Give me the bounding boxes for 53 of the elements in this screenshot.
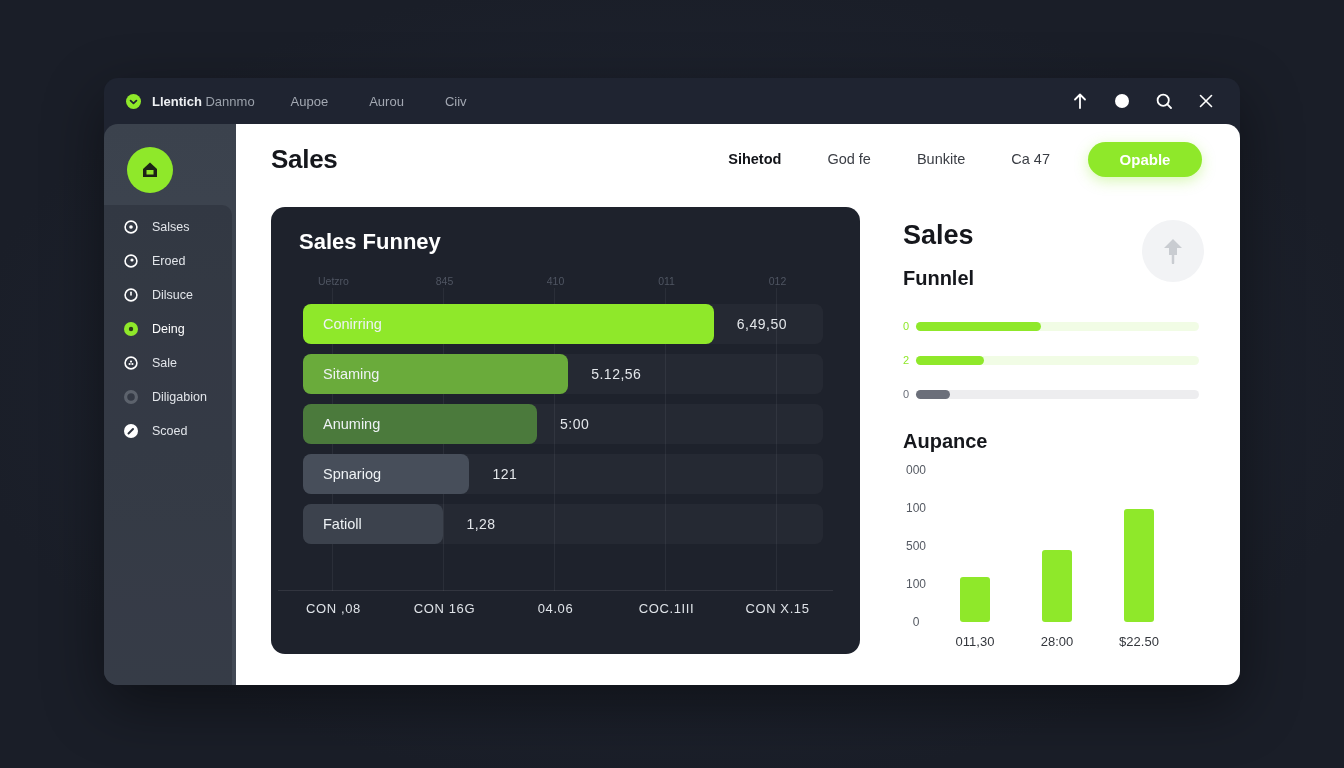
up-arrow-icon <box>1163 238 1183 264</box>
app-title: Llentich Dannmo <box>152 93 255 109</box>
funnel-value: 1,28 <box>466 516 496 532</box>
funnel-bar: Fatioll <box>303 504 444 544</box>
chevron-icon <box>126 93 141 109</box>
axis-label: CON ,08 <box>306 601 361 617</box>
progress-label: 2 <box>903 353 911 367</box>
sidebar-item[interactable]: Dilsuce <box>124 278 232 312</box>
funnel-bar: Spnariog <box>303 454 470 494</box>
sidebar-item[interactable]: Sale <box>124 346 232 380</box>
home-icon[interactable] <box>127 147 173 193</box>
nav-tab[interactable]: God fe <box>827 151 871 167</box>
progress-label: 0 <box>903 387 911 401</box>
search-icon[interactable] <box>1156 93 1172 109</box>
chart-title: Aupance <box>903 429 989 453</box>
axis-label: 04.06 <box>537 601 574 617</box>
menu-item[interactable]: Ciiv <box>444 93 467 109</box>
funnel-value: 5:00 <box>560 416 590 432</box>
sidebar-item[interactable]: Deing <box>124 312 232 346</box>
page-title: Sales <box>271 143 338 175</box>
axis-label: 500 <box>906 539 926 553</box>
card-title: Sales Funney <box>299 228 441 256</box>
axis-label: CON 16G <box>413 601 476 617</box>
axis-label: CON X.15 <box>745 601 810 617</box>
sidebar-item[interactable]: Scoed <box>124 414 232 448</box>
sidebar-item[interactable]: Eroed <box>124 244 232 278</box>
dot-icon[interactable] <box>1114 93 1130 109</box>
menu-item[interactable]: Aurou <box>369 93 404 109</box>
axis-label: 011,30 <box>955 634 995 650</box>
funnel-bar: Anuming <box>303 404 537 444</box>
sidebar-item[interactable]: Diligabion <box>124 380 232 414</box>
axis-label: $22.50 <box>1119 634 1159 650</box>
axis-label: 0 <box>912 615 920 629</box>
nav-tab[interactable]: Ca 47 <box>1011 151 1050 167</box>
panel-title: Sales <box>903 220 975 250</box>
nav-tab[interactable]: Sihetod <box>728 151 782 167</box>
axis-label: 100 <box>906 577 926 591</box>
progress-label: 0 <box>903 319 911 333</box>
nav-tab[interactable]: Bunkite <box>916 151 966 167</box>
menu-item[interactable]: Aupoe <box>290 93 329 109</box>
funnel-value: 121 <box>492 466 518 482</box>
funnel-value: 5.12,56 <box>591 366 642 382</box>
panel-subtitle: Funnlel <box>903 266 975 291</box>
up-arrow-icon[interactable] <box>1072 93 1088 109</box>
funnel-bar: Conirring <box>303 304 714 344</box>
funnel-value: 6,49,50 <box>736 316 787 332</box>
sidebar-item[interactable]: Salses <box>124 210 232 244</box>
close-icon[interactable] <box>1198 93 1214 109</box>
axis-label: COC.1III <box>638 601 695 617</box>
axis-label: 000 <box>906 463 926 477</box>
axis-label: 28:00 <box>1040 634 1074 650</box>
funnel-bar: Sitaming <box>303 354 569 394</box>
axis-label: 100 <box>906 501 926 515</box>
